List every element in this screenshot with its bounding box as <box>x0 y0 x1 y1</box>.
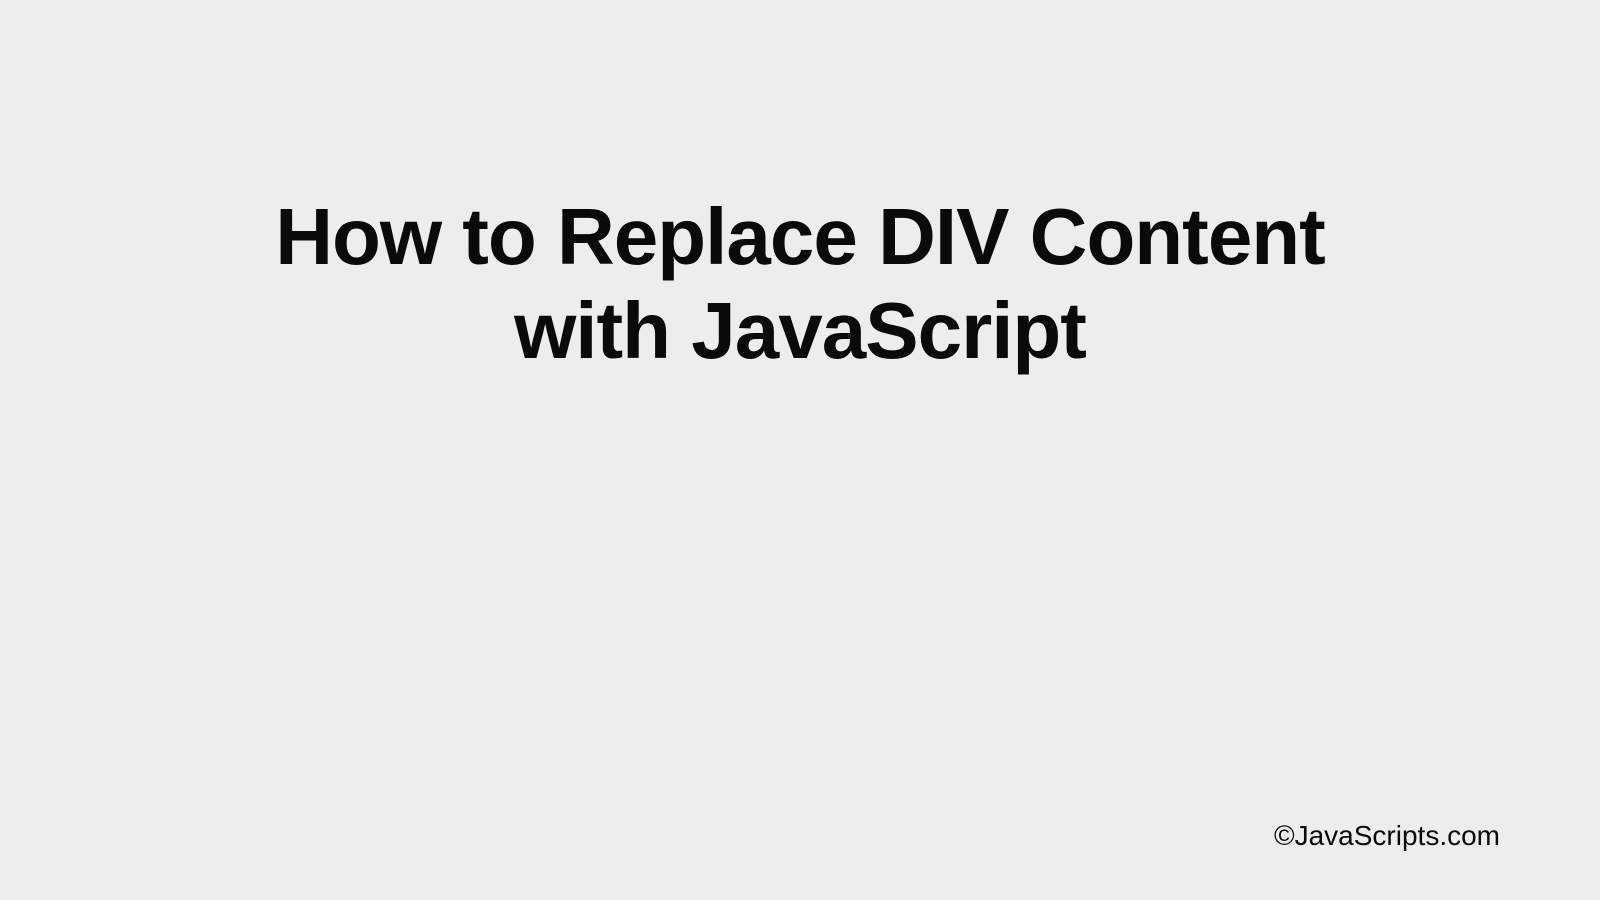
title-line-1: How to Replace DIV Content <box>275 192 1325 281</box>
title-container: How to Replace DIV Content with JavaScri… <box>0 190 1600 379</box>
footer-attribution: ©JavaScripts.com <box>1274 820 1500 852</box>
title-line-2: with JavaScript <box>514 286 1086 375</box>
page-title: How to Replace DIV Content with JavaScri… <box>100 190 1500 379</box>
